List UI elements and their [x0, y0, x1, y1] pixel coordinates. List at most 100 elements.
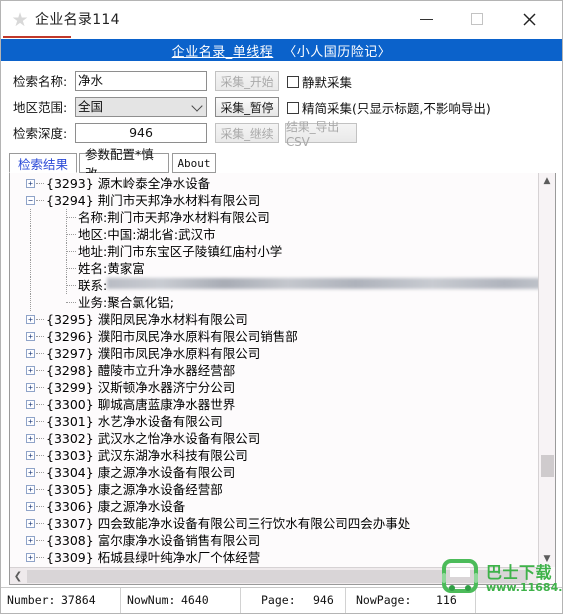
- expand-toggle-icon[interactable]: +: [26, 502, 35, 511]
- expand-toggle-icon[interactable]: +: [26, 366, 35, 375]
- scroll-left-icon[interactable]: ❮: [10, 568, 26, 584]
- tree-node-label: {3305} 康之源净水设备经营部: [46, 481, 223, 498]
- silent-collect-checkbox-wrap[interactable]: 静默采集: [287, 72, 352, 91]
- silent-collect-checkbox[interactable]: [287, 75, 299, 88]
- expand-toggle-icon[interactable]: +: [26, 553, 35, 562]
- tree-node[interactable]: + {3293} 源木岭泰全净水设备: [10, 175, 538, 192]
- tree-node-text: 濮阳凤民净水材料有限公司: [97, 312, 248, 327]
- status-nownum: NowNum: 4640: [121, 588, 241, 613]
- app-banner: 企业名录_单线程 〈小人国历险记〉: [1, 39, 562, 61]
- expand-toggle-icon[interactable]: +: [26, 519, 35, 528]
- expand-toggle-icon[interactable]: +: [26, 383, 35, 392]
- collect-pause-button[interactable]: 采集_暂停: [215, 97, 279, 117]
- tree-child-row[interactable]: 联系:: [10, 277, 538, 294]
- status-nowpage-label: NowPage:: [356, 593, 412, 607]
- tab-search-results[interactable]: 检索结果: [9, 153, 77, 173]
- tree-child-row[interactable]: 业务:聚合氯化铝;: [10, 294, 538, 311]
- expand-toggle-icon[interactable]: +: [26, 315, 35, 324]
- minimize-button[interactable]: [403, 1, 449, 37]
- tree-child-row[interactable]: 姓名:黄家富: [10, 260, 538, 277]
- tree-child-row[interactable]: 地区:中国:湖北省:武汉市: [10, 226, 538, 243]
- expand-toggle-icon[interactable]: +: [26, 179, 35, 188]
- tree-connector: [66, 234, 76, 235]
- tree-node[interactable]: + {3305} 康之源净水设备经营部: [10, 481, 538, 498]
- tree-node[interactable]: + {3299} 汉斯顿净水器济宁分公司: [10, 379, 538, 396]
- results-tree[interactable]: + {3293} 源木岭泰全净水设备 − {3294} 荆门市天邦净水材料有限公司 名称:荆…: [10, 173, 538, 567]
- tree-node-index: {3295}: [46, 312, 94, 327]
- maximize-button[interactable]: [454, 1, 500, 37]
- collect-resume-button[interactable]: 采集_继续: [215, 123, 279, 143]
- tree-node-index: {3306}: [46, 499, 94, 514]
- tree-node[interactable]: + {3302} 武汉水之怡净水设备有限公司: [10, 430, 538, 447]
- tree-node[interactable]: + {3303} 武汉东湖净水科技有限公司: [10, 447, 538, 464]
- tree-connector: [30, 260, 31, 277]
- tree-node[interactable]: + {3296} 濮阳市凤民净水原料有限公司销售部: [10, 328, 538, 345]
- tree-node[interactable]: + {3295} 濮阳凤民净水材料有限公司: [10, 311, 538, 328]
- tree-child-label: 名称:荆门市天邦净水材料有限公司: [78, 209, 270, 226]
- expand-toggle-icon[interactable]: +: [26, 417, 35, 426]
- tree-node[interactable]: + {3309} 柘城县绿叶纯净水厂个体经营: [10, 549, 538, 566]
- tree-connector: [30, 243, 31, 260]
- scroll-up-icon[interactable]: ▲: [539, 173, 555, 189]
- tree-node[interactable]: + {3307} 四会致能净水设备有限公司三行饮水有限公司四会办事处: [10, 515, 538, 532]
- tree-child-row[interactable]: 地址:荆门市东宝区子陵镇红庙村小学: [10, 243, 538, 260]
- tree-child-value: 聚合氯化铝;: [107, 295, 174, 310]
- vertical-scrollbar[interactable]: ▲ ▼: [538, 173, 555, 567]
- expand-toggle-icon[interactable]: +: [26, 400, 35, 409]
- tree-node[interactable]: + {3300} 聊城高唐蓝康净水器世界: [10, 396, 538, 413]
- expand-toggle-icon[interactable]: +: [26, 451, 35, 460]
- close-button[interactable]: [506, 1, 552, 37]
- vertical-scroll-thumb[interactable]: [541, 455, 554, 477]
- simple-collect-checkbox[interactable]: [287, 101, 299, 114]
- tree-node-text: 武汉东湖净水科技有限公司: [97, 448, 248, 463]
- tree-node-label: {3302} 武汉水之怡净水设备有限公司: [46, 430, 260, 447]
- tree-node-index: {3298}: [46, 363, 94, 378]
- tree-node[interactable]: + {3301} 水艺净水设备有限公司: [10, 413, 538, 430]
- tree-child-row[interactable]: 名称:荆门市天邦净水材料有限公司: [10, 209, 538, 226]
- tree-node-label: {3304} 康之源净水设备有限公司: [46, 464, 235, 481]
- tree-node[interactable]: − {3294} 荆门市天邦净水材料有限公司: [10, 192, 538, 209]
- tree-node-text: 武汉水之怡净水设备有限公司: [97, 431, 261, 446]
- expand-toggle-icon[interactable]: +: [26, 434, 35, 443]
- search-name-input[interactable]: 净水: [75, 71, 207, 91]
- region-scope-select[interactable]: 全国: [75, 97, 207, 117]
- collapse-toggle-icon[interactable]: −: [26, 196, 35, 205]
- form-row-name: 检索名称: 净水 采集_开始 静默采集: [1, 71, 562, 95]
- search-form: 检索名称: 净水 采集_开始 静默采集 地区范围: 全国 采集_暂停 精简采集(…: [1, 61, 562, 203]
- tree-node[interactable]: + {3297} 濮阳市凤民净水原料有限公司: [10, 345, 538, 362]
- tree-node[interactable]: + {3308} 富尔康净水设备销售有限公司: [10, 532, 538, 549]
- status-number-label: Number:: [7, 593, 56, 607]
- tree-child-key: 联系:: [78, 278, 108, 293]
- horizontal-scroll-thumb[interactable]: [27, 570, 527, 583]
- horizontal-scrollbar[interactable]: ❮: [10, 567, 538, 584]
- export-csv-button[interactable]: 结果_导出CSV: [285, 120, 357, 149]
- tab-parameter-config[interactable]: 参数配置*慎改: [79, 147, 169, 181]
- expand-toggle-icon[interactable]: +: [26, 349, 35, 358]
- scroll-down-icon[interactable]: ▼: [539, 551, 555, 567]
- close-icon: [523, 13, 535, 25]
- tree-node-text: 康之源净水设备: [97, 499, 186, 514]
- search-depth-input[interactable]: 946: [75, 123, 207, 143]
- simple-collect-checkbox-wrap[interactable]: 精简采集(只显示标题,不影响导出): [287, 98, 491, 117]
- tree-node-index: {3300}: [46, 397, 94, 412]
- tree-node-index: {3297}: [46, 346, 94, 361]
- tree-node-index: {3299}: [46, 380, 94, 395]
- tree-node-text: 汉斯顿净水器济宁分公司: [97, 380, 236, 395]
- tree-node[interactable]: + {3306} 康之源净水设备: [10, 498, 538, 515]
- tree-node-label: {3299} 汉斯顿净水器济宁分公司: [46, 379, 235, 396]
- tab-about[interactable]: About: [172, 153, 216, 173]
- tree-child-label: 地区:中国:湖北省:武汉市: [78, 226, 216, 243]
- tree-node-text: 水艺净水设备有限公司: [97, 414, 223, 429]
- tree-node[interactable]: + {3298} 醴陵市立升净水器经营部: [10, 362, 538, 379]
- tree-connector: [36, 336, 44, 337]
- tree-child-value: 荆门市东宝区子陵镇红庙村小学: [107, 244, 283, 259]
- expand-toggle-icon[interactable]: +: [26, 332, 35, 341]
- expand-toggle-icon[interactable]: +: [26, 536, 35, 545]
- tree-connector: [66, 251, 76, 252]
- expand-toggle-icon[interactable]: +: [26, 485, 35, 494]
- tree-node-text: 康之源净水设备有限公司: [97, 465, 236, 480]
- tree-node[interactable]: + {3304} 康之源净水设备有限公司: [10, 464, 538, 481]
- tree-node-index: {3296}: [46, 329, 94, 344]
- expand-toggle-icon[interactable]: +: [26, 468, 35, 477]
- collect-start-button[interactable]: 采集_开始: [215, 71, 279, 91]
